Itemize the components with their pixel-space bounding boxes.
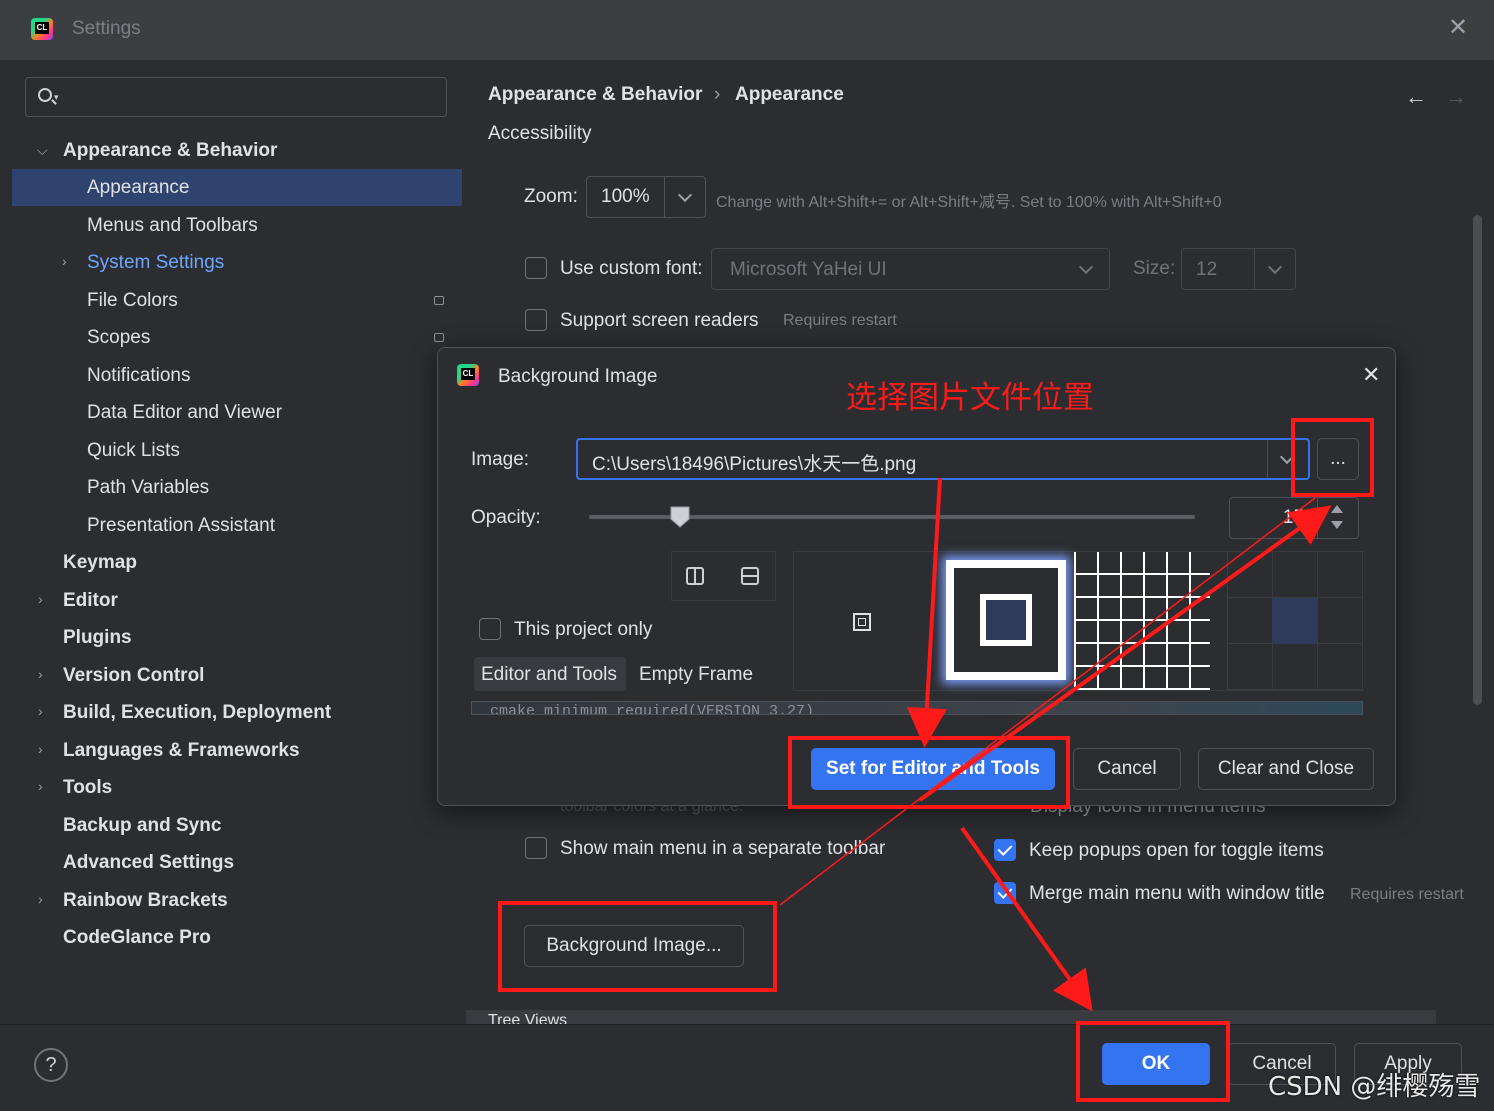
arrow-thin [779,497,1316,906]
arrow-to-set-button [906,477,947,748]
arrow-to-browse [918,505,1332,802]
settings-window: Settings ✕ ▾ ⌵ Appearance & Behavior App… [0,0,1494,1111]
arrow-to-ok [960,826,1093,1012]
watermark: CSDN @绯樱殇雪 [1268,1072,1481,1102]
annotation-arrows [779,477,1332,1012]
